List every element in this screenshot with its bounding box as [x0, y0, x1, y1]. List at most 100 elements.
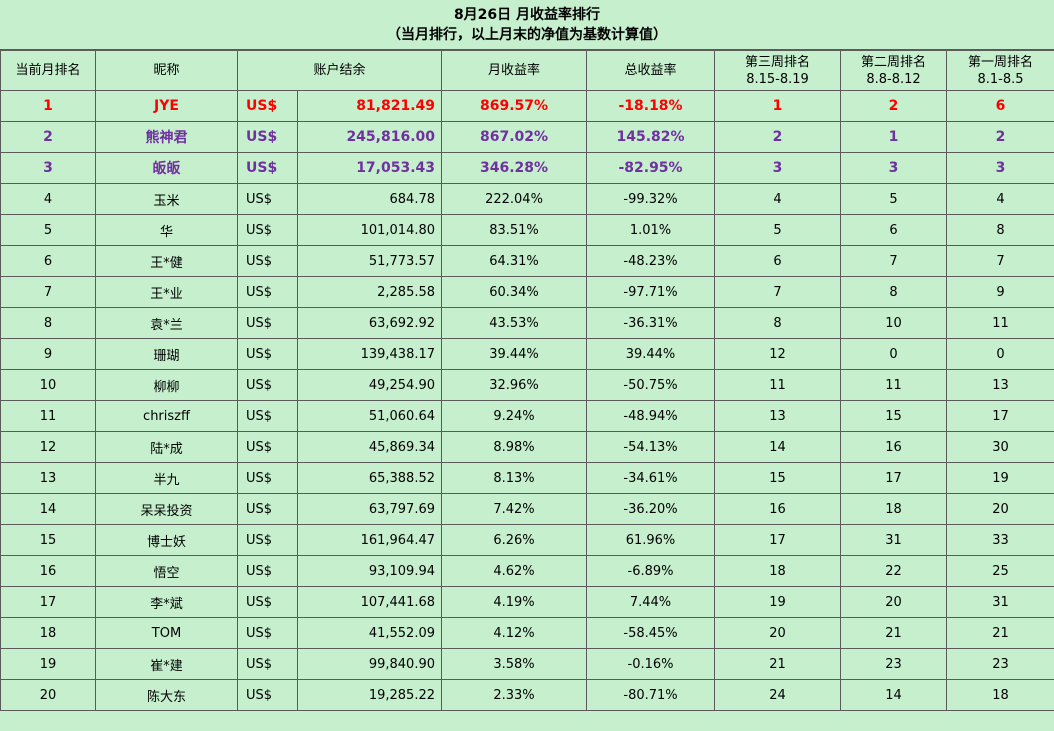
cell-week2-rank: 5 [840, 183, 948, 215]
cell-balance: 49,254.90 [296, 369, 443, 401]
cell-week2-rank: 11 [840, 369, 948, 401]
table-row: 20 陈大东 US$ 19,285.22 2.33% -80.71% 24 14 18 [0, 679, 1054, 711]
cell-week1-rank: 9 [946, 276, 1054, 308]
cell-rank: 7 [0, 276, 96, 308]
cell-monthly-return: 39.44% [441, 338, 588, 370]
cell-total-return: 1.01% [586, 214, 716, 246]
cell-rank: 6 [0, 245, 96, 277]
cell-week1-rank: 17 [946, 400, 1054, 432]
cell-balance: 65,388.52 [296, 462, 443, 494]
cell-week3-rank: 15 [714, 462, 842, 494]
cell-rank: 2 [0, 121, 96, 153]
cell-week3-rank: 20 [714, 617, 842, 649]
cell-monthly-return: 7.42% [441, 493, 588, 525]
cell-total-return: -48.23% [586, 245, 716, 277]
table-row: 17 李*斌 US$ 107,441.68 4.19% 7.44% 19 20 31 [0, 586, 1054, 618]
cell-currency: US$ [237, 90, 298, 122]
cell-rank: 19 [0, 648, 96, 680]
header-total-return: 总收益率 [586, 50, 716, 91]
cell-total-return: -34.61% [586, 462, 716, 494]
header-week2-title: 第二周排名 [861, 54, 927, 70]
cell-week3-rank: 21 [714, 648, 842, 680]
cell-nickname: 王*业 [95, 276, 238, 308]
table-row: 5 华 US$ 101,014.80 83.51% 1.01% 5 6 8 [0, 214, 1054, 246]
table-row: 6 王*健 US$ 51,773.57 64.31% -48.23% 6 7 7 [0, 245, 1054, 277]
cell-week3-rank: 8 [714, 307, 842, 339]
cell-nickname: 崔*建 [95, 648, 238, 680]
cell-balance: 99,840.90 [296, 648, 443, 680]
cell-rank: 4 [0, 183, 96, 215]
cell-week3-rank: 16 [714, 493, 842, 525]
cell-total-return: 39.44% [586, 338, 716, 370]
cell-balance: 93,109.94 [296, 555, 443, 587]
table-row: 1 JYE US$ 81,821.49 869.57% -18.18% 1 2 6 [0, 90, 1054, 122]
cell-rank: 11 [0, 400, 96, 432]
cell-nickname: 珊瑚 [95, 338, 238, 370]
cell-balance: 51,773.57 [296, 245, 443, 277]
cell-nickname: 陈大东 [95, 679, 238, 711]
cell-total-return: -58.45% [586, 617, 716, 649]
cell-week1-rank: 11 [946, 307, 1054, 339]
cell-week2-rank: 16 [840, 431, 948, 463]
table-row: 10 柳柳 US$ 49,254.90 32.96% -50.75% 11 11 13 [0, 369, 1054, 401]
cell-monthly-return: 9.24% [441, 400, 588, 432]
cell-currency: US$ [237, 276, 298, 308]
cell-monthly-return: 346.28% [441, 152, 588, 184]
cell-week3-rank: 18 [714, 555, 842, 587]
cell-rank: 3 [0, 152, 96, 184]
cell-week2-rank: 17 [840, 462, 948, 494]
cell-balance: 684.78 [296, 183, 443, 215]
cell-currency: US$ [237, 431, 298, 463]
cell-nickname: 皈皈 [95, 152, 238, 184]
cell-monthly-return: 64.31% [441, 245, 588, 277]
cell-nickname: 袁*兰 [95, 307, 238, 339]
cell-rank: 9 [0, 338, 96, 370]
table-row: 19 崔*建 US$ 99,840.90 3.58% -0.16% 21 23 23 [0, 648, 1054, 680]
cell-monthly-return: 6.26% [441, 524, 588, 556]
cell-nickname: chriszff [95, 400, 238, 432]
cell-balance: 139,438.17 [296, 338, 443, 370]
ranking-table: 当前月排名 昵称 账户结余 月收益率 总收益率 第三周排名 8.15-8.19 … [0, 50, 1054, 711]
cell-total-return: -82.95% [586, 152, 716, 184]
cell-monthly-return: 867.02% [441, 121, 588, 153]
cell-currency: US$ [237, 493, 298, 525]
cell-rank: 15 [0, 524, 96, 556]
cell-week2-rank: 1 [840, 121, 948, 153]
cell-total-return: -36.31% [586, 307, 716, 339]
cell-total-return: -18.18% [586, 90, 716, 122]
cell-week1-rank: 33 [946, 524, 1054, 556]
cell-week2-rank: 8 [840, 276, 948, 308]
cell-week2-rank: 2 [840, 90, 948, 122]
cell-week1-rank: 3 [946, 152, 1054, 184]
cell-monthly-return: 3.58% [441, 648, 588, 680]
table-row: 15 博士妖 US$ 161,964.47 6.26% 61.96% 17 31 33 [0, 524, 1054, 556]
cell-balance: 245,816.00 [296, 121, 443, 153]
cell-balance: 107,441.68 [296, 586, 443, 618]
cell-week3-rank: 3 [714, 152, 842, 184]
cell-week1-rank: 25 [946, 555, 1054, 587]
cell-total-return: -48.94% [586, 400, 716, 432]
cell-balance: 101,014.80 [296, 214, 443, 246]
cell-week3-rank: 7 [714, 276, 842, 308]
table-row: 18 TOM US$ 41,552.09 4.12% -58.45% 20 21 21 [0, 617, 1054, 649]
cell-total-return: -80.71% [586, 679, 716, 711]
cell-balance: 17,053.43 [296, 152, 443, 184]
cell-week2-rank: 14 [840, 679, 948, 711]
table-row: 11 chriszff US$ 51,060.64 9.24% -48.94% 13 15 17 [0, 400, 1054, 432]
cell-nickname: 博士妖 [95, 524, 238, 556]
cell-nickname: 李*斌 [95, 586, 238, 618]
cell-week3-rank: 14 [714, 431, 842, 463]
cell-week3-rank: 19 [714, 586, 842, 618]
cell-nickname: 呆呆投资 [95, 493, 238, 525]
header-nickname: 昵称 [95, 50, 238, 91]
cell-week1-rank: 19 [946, 462, 1054, 494]
table-row: 7 王*业 US$ 2,285.58 60.34% -97.71% 7 8 9 [0, 276, 1054, 308]
header-rank: 当前月排名 [0, 50, 96, 91]
cell-total-return: -50.75% [586, 369, 716, 401]
header-monthly-return: 月收益率 [441, 50, 588, 91]
cell-week3-rank: 6 [714, 245, 842, 277]
cell-currency: US$ [237, 555, 298, 587]
header-week3-title: 第三周排名 [745, 54, 811, 70]
table-row: 9 珊瑚 US$ 139,438.17 39.44% 39.44% 12 0 0 [0, 338, 1054, 370]
cell-week1-rank: 30 [946, 431, 1054, 463]
